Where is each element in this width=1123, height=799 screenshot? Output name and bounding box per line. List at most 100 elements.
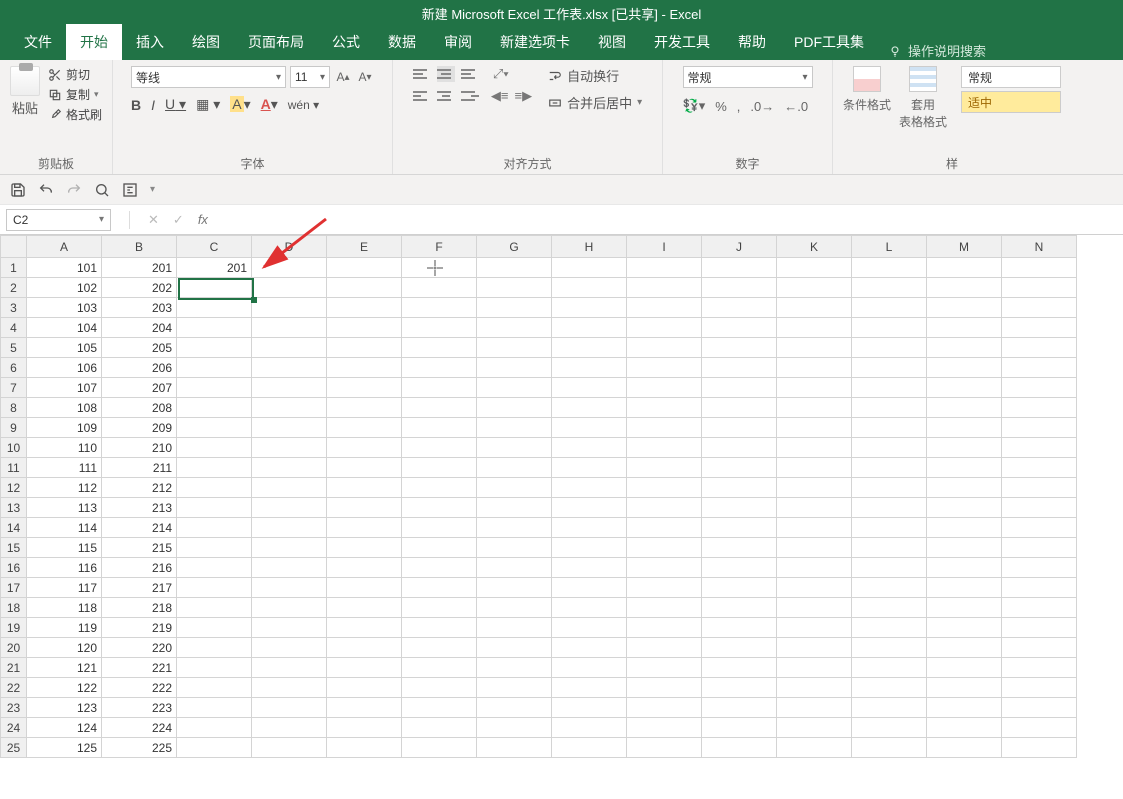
cell-C16[interactable]	[177, 558, 252, 578]
cell-D25[interactable]	[252, 738, 327, 758]
cell-M21[interactable]	[927, 658, 1002, 678]
cell-I12[interactable]	[627, 478, 702, 498]
cell-I7[interactable]	[627, 378, 702, 398]
cell-F7[interactable]	[402, 378, 477, 398]
cell-A22[interactable]: 122	[27, 678, 102, 698]
cell-J18[interactable]	[702, 598, 777, 618]
cell-H1[interactable]	[552, 258, 627, 278]
cell-G12[interactable]	[477, 478, 552, 498]
cell-H25[interactable]	[552, 738, 627, 758]
cell-G20[interactable]	[477, 638, 552, 658]
cell-K7[interactable]	[777, 378, 852, 398]
cell-H9[interactable]	[552, 418, 627, 438]
redo-icon[interactable]	[66, 182, 82, 198]
cell-G8[interactable]	[477, 398, 552, 418]
cell-I4[interactable]	[627, 318, 702, 338]
cell-K16[interactable]	[777, 558, 852, 578]
cell-F23[interactable]	[402, 698, 477, 718]
cell-L25[interactable]	[852, 738, 927, 758]
cell-E14[interactable]	[327, 518, 402, 538]
cell-I20[interactable]	[627, 638, 702, 658]
cell-J19[interactable]	[702, 618, 777, 638]
cell-M11[interactable]	[927, 458, 1002, 478]
cell-B4[interactable]: 204	[102, 318, 177, 338]
cell-H7[interactable]	[552, 378, 627, 398]
cell-G10[interactable]	[477, 438, 552, 458]
accounting-button[interactable]: 💱▾	[683, 98, 706, 114]
cell-C7[interactable]	[177, 378, 252, 398]
cell-K25[interactable]	[777, 738, 852, 758]
cell-L24[interactable]	[852, 718, 927, 738]
cell-F10[interactable]	[402, 438, 477, 458]
cell-M18[interactable]	[927, 598, 1002, 618]
cell-C4[interactable]	[177, 318, 252, 338]
cell-N19[interactable]	[1002, 618, 1077, 638]
cell-D16[interactable]	[252, 558, 327, 578]
cell-H15[interactable]	[552, 538, 627, 558]
row-header-11[interactable]: 11	[1, 458, 27, 478]
cell-K24[interactable]	[777, 718, 852, 738]
undo-icon[interactable]	[38, 182, 54, 198]
cell-A7[interactable]: 107	[27, 378, 102, 398]
cell-N23[interactable]	[1002, 698, 1077, 718]
cell-J10[interactable]	[702, 438, 777, 458]
cell-J25[interactable]	[702, 738, 777, 758]
cell-A4[interactable]: 104	[27, 318, 102, 338]
cell-J15[interactable]	[702, 538, 777, 558]
row-header-1[interactable]: 1	[1, 258, 27, 278]
cell-F4[interactable]	[402, 318, 477, 338]
cell-D3[interactable]	[252, 298, 327, 318]
cell-G22[interactable]	[477, 678, 552, 698]
cell-L20[interactable]	[852, 638, 927, 658]
column-header-E[interactable]: E	[327, 236, 402, 258]
cell-E4[interactable]	[327, 318, 402, 338]
row-header-22[interactable]: 22	[1, 678, 27, 698]
cell-E13[interactable]	[327, 498, 402, 518]
cell-F12[interactable]	[402, 478, 477, 498]
cell-A11[interactable]: 111	[27, 458, 102, 478]
cell-D18[interactable]	[252, 598, 327, 618]
cell-L17[interactable]	[852, 578, 927, 598]
cell-K23[interactable]	[777, 698, 852, 718]
cell-E12[interactable]	[327, 478, 402, 498]
cell-B25[interactable]: 225	[102, 738, 177, 758]
cell-B21[interactable]: 221	[102, 658, 177, 678]
cell-N2[interactable]	[1002, 278, 1077, 298]
cell-E16[interactable]	[327, 558, 402, 578]
cell-D5[interactable]	[252, 338, 327, 358]
decrease-decimal-button[interactable]: ←.0	[784, 99, 808, 114]
cell-D8[interactable]	[252, 398, 327, 418]
cell-L21[interactable]	[852, 658, 927, 678]
cell-F11[interactable]	[402, 458, 477, 478]
row-header-16[interactable]: 16	[1, 558, 27, 578]
cell-G7[interactable]	[477, 378, 552, 398]
cell-F5[interactable]	[402, 338, 477, 358]
cell-E18[interactable]	[327, 598, 402, 618]
cell-E7[interactable]	[327, 378, 402, 398]
cell-C5[interactable]	[177, 338, 252, 358]
cell-I16[interactable]	[627, 558, 702, 578]
cell-M15[interactable]	[927, 538, 1002, 558]
cell-J17[interactable]	[702, 578, 777, 598]
cell-G1[interactable]	[477, 258, 552, 278]
cell-D11[interactable]	[252, 458, 327, 478]
column-header-B[interactable]: B	[102, 236, 177, 258]
cell-L9[interactable]	[852, 418, 927, 438]
cell-H24[interactable]	[552, 718, 627, 738]
cell-B1[interactable]: 201	[102, 258, 177, 278]
cell-E10[interactable]	[327, 438, 402, 458]
cell-D13[interactable]	[252, 498, 327, 518]
cell-A1[interactable]: 101	[27, 258, 102, 278]
row-header-18[interactable]: 18	[1, 598, 27, 618]
cell-B11[interactable]: 211	[102, 458, 177, 478]
align-bottom-button[interactable]	[461, 66, 479, 82]
cell-A2[interactable]: 102	[27, 278, 102, 298]
fill-color-button[interactable]: A▾	[230, 96, 250, 113]
cell-J4[interactable]	[702, 318, 777, 338]
cell-M13[interactable]	[927, 498, 1002, 518]
cell-N21[interactable]	[1002, 658, 1077, 678]
cell-I2[interactable]	[627, 278, 702, 298]
cell-F24[interactable]	[402, 718, 477, 738]
cell-F22[interactable]	[402, 678, 477, 698]
cell-G14[interactable]	[477, 518, 552, 538]
